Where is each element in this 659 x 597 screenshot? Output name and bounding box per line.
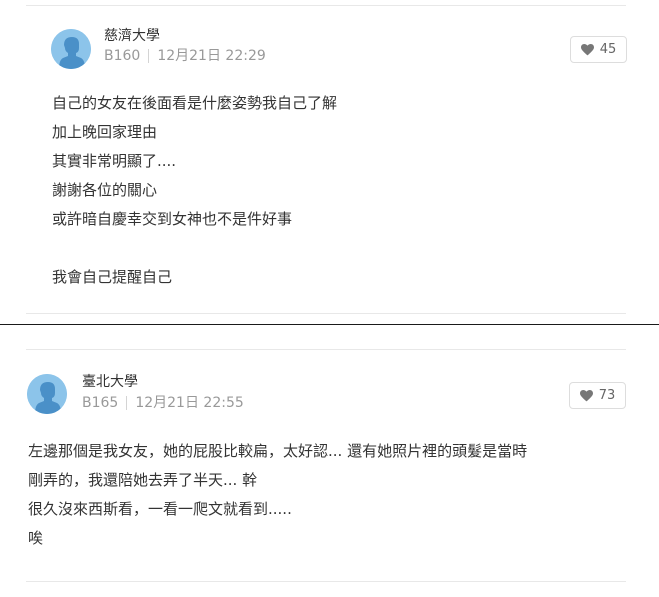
user-silhouette-icon xyxy=(51,29,91,69)
comment-time: 12月21日 22:55 xyxy=(135,395,244,411)
like-count: 45 xyxy=(599,42,617,57)
user-silhouette-icon xyxy=(27,374,67,414)
comment-meta: B165 12月21日 22:55 xyxy=(82,394,244,412)
comment-content: 自己的女友在後面看是什麼姿勢我自己了解 加上晚回家理由 其實非常明顯了.... … xyxy=(52,89,337,292)
avatar[interactable] xyxy=(27,374,67,414)
comment-meta: B160 12月21日 22:29 xyxy=(104,47,266,65)
content-line: 加上晚回家理由 xyxy=(52,123,158,141)
school-name[interactable]: 臺北大學 xyxy=(82,373,138,391)
content-line: 唉 xyxy=(28,529,44,547)
content-line: 其實非常明顯了.... xyxy=(52,152,177,170)
comment-divider xyxy=(26,313,626,314)
content-line: 自己的女友在後面看是什麼姿勢我自己了解 xyxy=(52,94,338,112)
content-blank-line xyxy=(52,234,337,263)
like-count: 73 xyxy=(598,388,616,403)
comment-divider xyxy=(26,349,626,350)
content-line: 很久沒來西斯看，一看一爬文就看到..... xyxy=(28,500,292,518)
content-line: 剛弄的，我還陪她去弄了半天... 幹 xyxy=(28,471,258,489)
like-button[interactable]: 45 xyxy=(570,36,627,63)
like-button[interactable]: 73 xyxy=(569,382,626,409)
content-line: 或許暗自慶幸交到女神也不是件好事 xyxy=(52,210,293,228)
avatar[interactable] xyxy=(51,29,91,69)
floor-number: B165 xyxy=(82,395,119,411)
comment-time: 12月21日 22:29 xyxy=(157,48,266,64)
content-line: 謝謝各位的關心 xyxy=(52,181,158,199)
comment-divider xyxy=(26,5,626,6)
comment-content: 左邊那個是我女友，她的屁股比較扁，太好認... 還有她照片裡的頭髮是當時 剛弄的… xyxy=(28,437,527,553)
content-line: 我會自己提醒自己 xyxy=(52,268,173,286)
meta-separator xyxy=(126,396,128,410)
screenshot-divider xyxy=(0,324,659,325)
floor-number: B160 xyxy=(104,48,141,64)
heart-icon xyxy=(580,43,594,55)
school-name[interactable]: 慈濟大學 xyxy=(104,27,160,45)
meta-separator xyxy=(148,49,150,63)
heart-icon xyxy=(579,389,593,401)
comment-divider xyxy=(26,581,626,582)
content-line: 左邊那個是我女友，她的屁股比較扁，太好認... 還有她照片裡的頭髮是當時 xyxy=(28,442,528,460)
